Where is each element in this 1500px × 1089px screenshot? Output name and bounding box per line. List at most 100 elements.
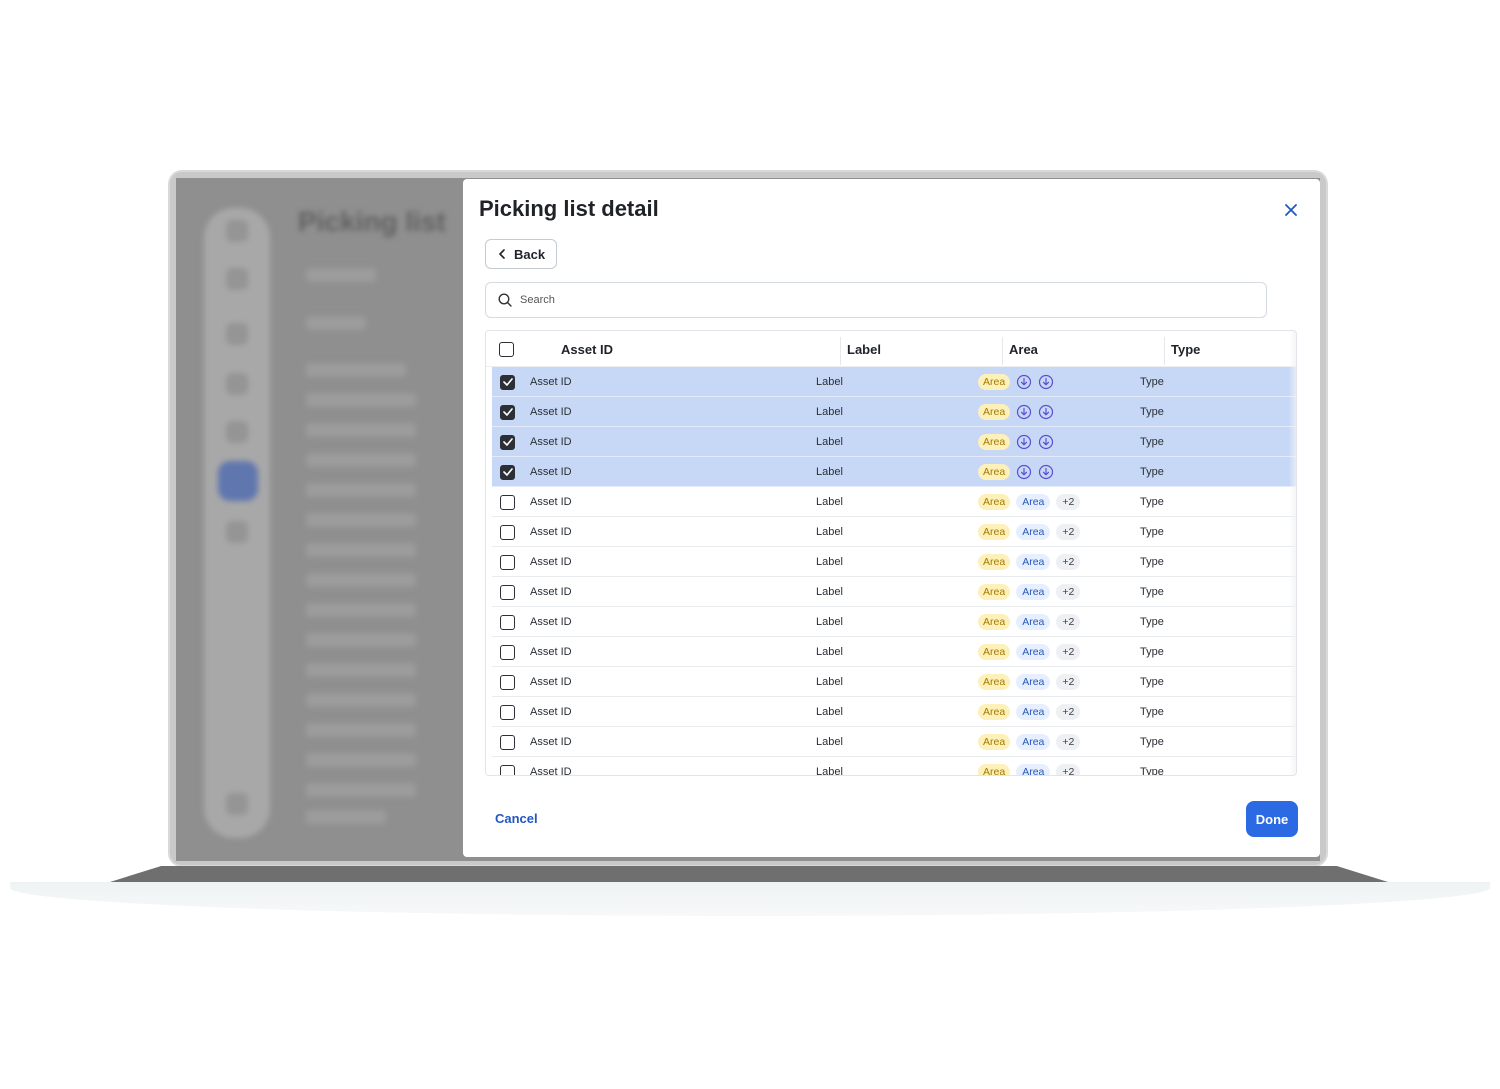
table-row[interactable]: Asset ID Label Area Type xyxy=(492,457,1296,487)
row-checkbox-cell xyxy=(500,757,515,775)
area-tag: Area xyxy=(1016,704,1051,720)
area-tag: Area xyxy=(978,584,1011,600)
download-circle-icon[interactable] xyxy=(1016,464,1032,480)
asset-id-cell: Asset ID xyxy=(530,556,572,568)
asset-id-cell: Asset ID xyxy=(530,646,572,658)
row-checkbox-cell xyxy=(500,487,515,517)
download-circle-icon[interactable] xyxy=(1016,434,1032,450)
background-app: Picking list xyxy=(176,178,476,861)
type-cell: Type xyxy=(1140,586,1164,598)
more-areas-badge[interactable]: +2 xyxy=(1056,554,1081,570)
row-checkbox[interactable] xyxy=(500,734,515,750)
type-cell: Type xyxy=(1140,556,1164,568)
table-row[interactable]: Asset ID Label Area Area +2 Type xyxy=(492,637,1296,667)
row-checkbox[interactable] xyxy=(500,494,515,510)
more-areas-badge[interactable]: +2 xyxy=(1056,764,1081,775)
area-tag: Area xyxy=(1016,584,1051,600)
column-header-asset-id[interactable]: Asset ID xyxy=(554,331,613,367)
download-circle-icon[interactable] xyxy=(1038,464,1054,480)
row-checkbox[interactable] xyxy=(500,644,515,660)
table-row[interactable]: Asset ID Label Area Area +2 Type xyxy=(492,517,1296,547)
chevron-left-icon xyxy=(499,249,505,259)
back-button[interactable]: Back xyxy=(485,239,557,269)
area-cell: Area Area +2 xyxy=(978,577,1081,607)
row-checkbox[interactable] xyxy=(500,674,515,690)
area-tag: Area xyxy=(1016,734,1051,750)
area-tag: Area xyxy=(1016,494,1051,510)
close-button[interactable] xyxy=(1280,199,1302,221)
background-nav-icon xyxy=(226,421,248,443)
row-checkbox[interactable] xyxy=(500,464,515,480)
type-cell: Type xyxy=(1140,736,1164,748)
row-checkbox[interactable] xyxy=(500,764,515,775)
type-cell: Type xyxy=(1140,706,1164,718)
table-row[interactable]: Asset ID Label Area Area +2 Type xyxy=(492,607,1296,637)
download-circle-icon[interactable] xyxy=(1016,374,1032,390)
table-scrollbar[interactable] xyxy=(1289,331,1296,775)
more-areas-badge[interactable]: +2 xyxy=(1056,524,1081,540)
background-line xyxy=(306,633,416,647)
more-areas-badge[interactable]: +2 xyxy=(1056,644,1081,660)
download-circle-icon[interactable] xyxy=(1038,404,1054,420)
download-circle-icon[interactable] xyxy=(1038,434,1054,450)
laptop-shadow xyxy=(10,882,1490,916)
area-tag: Area xyxy=(978,434,1011,450)
background-nav-icon xyxy=(226,268,248,290)
row-checkbox-cell xyxy=(500,457,515,487)
asset-id-cell: Asset ID xyxy=(530,706,572,718)
download-circle-icon[interactable] xyxy=(1038,374,1054,390)
more-areas-badge[interactable]: +2 xyxy=(1056,674,1081,690)
table-row[interactable]: Asset ID Label Area Area +2 Type xyxy=(492,547,1296,577)
table-row[interactable]: Asset ID Label Area Type xyxy=(492,397,1296,427)
background-line xyxy=(306,423,416,437)
background-line xyxy=(306,363,406,377)
area-tag: Area xyxy=(978,614,1011,630)
area-tag: Area xyxy=(978,374,1011,390)
area-tag: Area xyxy=(1016,524,1051,540)
select-all-checkbox[interactable] xyxy=(499,341,514,357)
done-button[interactable]: Done xyxy=(1246,801,1298,837)
area-cell: Area Area +2 xyxy=(978,757,1081,775)
row-checkbox-cell xyxy=(500,427,515,457)
column-header-label[interactable]: Label xyxy=(840,331,881,367)
row-checkbox[interactable] xyxy=(500,584,515,600)
table-row[interactable]: Asset ID Label Area Area +2 Type xyxy=(492,487,1296,517)
table-row[interactable]: Asset ID Label Area Area +2 Type xyxy=(492,727,1296,757)
table-row[interactable]: Asset ID Label Area Type xyxy=(492,367,1296,397)
more-areas-badge[interactable]: +2 xyxy=(1056,494,1081,510)
background-line xyxy=(306,603,416,617)
more-areas-badge[interactable]: +2 xyxy=(1056,734,1081,750)
search-input[interactable] xyxy=(520,294,1220,306)
column-header-type[interactable]: Type xyxy=(1164,331,1200,367)
column-header-area[interactable]: Area xyxy=(1002,331,1038,367)
row-checkbox[interactable] xyxy=(500,614,515,630)
table-row[interactable]: Asset ID Label Area Area +2 Type xyxy=(492,757,1296,776)
more-areas-badge[interactable]: +2 xyxy=(1056,584,1081,600)
table-row[interactable]: Asset ID Label Area Area +2 Type xyxy=(492,667,1296,697)
table-row[interactable]: Asset ID Label Area Type xyxy=(492,427,1296,457)
more-areas-badge[interactable]: +2 xyxy=(1056,614,1081,630)
row-checkbox[interactable] xyxy=(500,524,515,540)
area-tag: Area xyxy=(978,404,1011,420)
row-checkbox[interactable] xyxy=(500,434,515,450)
row-checkbox-cell xyxy=(500,697,515,727)
row-checkbox[interactable] xyxy=(500,704,515,720)
table-row[interactable]: Asset ID Label Area Area +2 Type xyxy=(492,577,1296,607)
label-cell: Label xyxy=(816,766,843,776)
more-areas-badge[interactable]: +2 xyxy=(1056,704,1081,720)
asset-id-cell: Asset ID xyxy=(530,376,572,388)
background-line xyxy=(306,693,416,707)
cancel-button[interactable]: Cancel xyxy=(495,811,538,826)
row-checkbox-cell xyxy=(500,637,515,667)
area-tag: Area xyxy=(1016,554,1051,570)
row-checkbox[interactable] xyxy=(500,404,515,420)
assets-table: Asset ID Label Area Type Asset ID Label Ar… xyxy=(485,330,1297,776)
background-nav-icon xyxy=(226,373,248,395)
asset-id-cell: Asset ID xyxy=(530,436,572,448)
type-cell: Type xyxy=(1140,376,1164,388)
background-line xyxy=(306,393,416,407)
table-row[interactable]: Asset ID Label Area Area +2 Type xyxy=(492,697,1296,727)
row-checkbox[interactable] xyxy=(500,554,515,570)
download-circle-icon[interactable] xyxy=(1016,404,1032,420)
row-checkbox[interactable] xyxy=(500,374,515,390)
